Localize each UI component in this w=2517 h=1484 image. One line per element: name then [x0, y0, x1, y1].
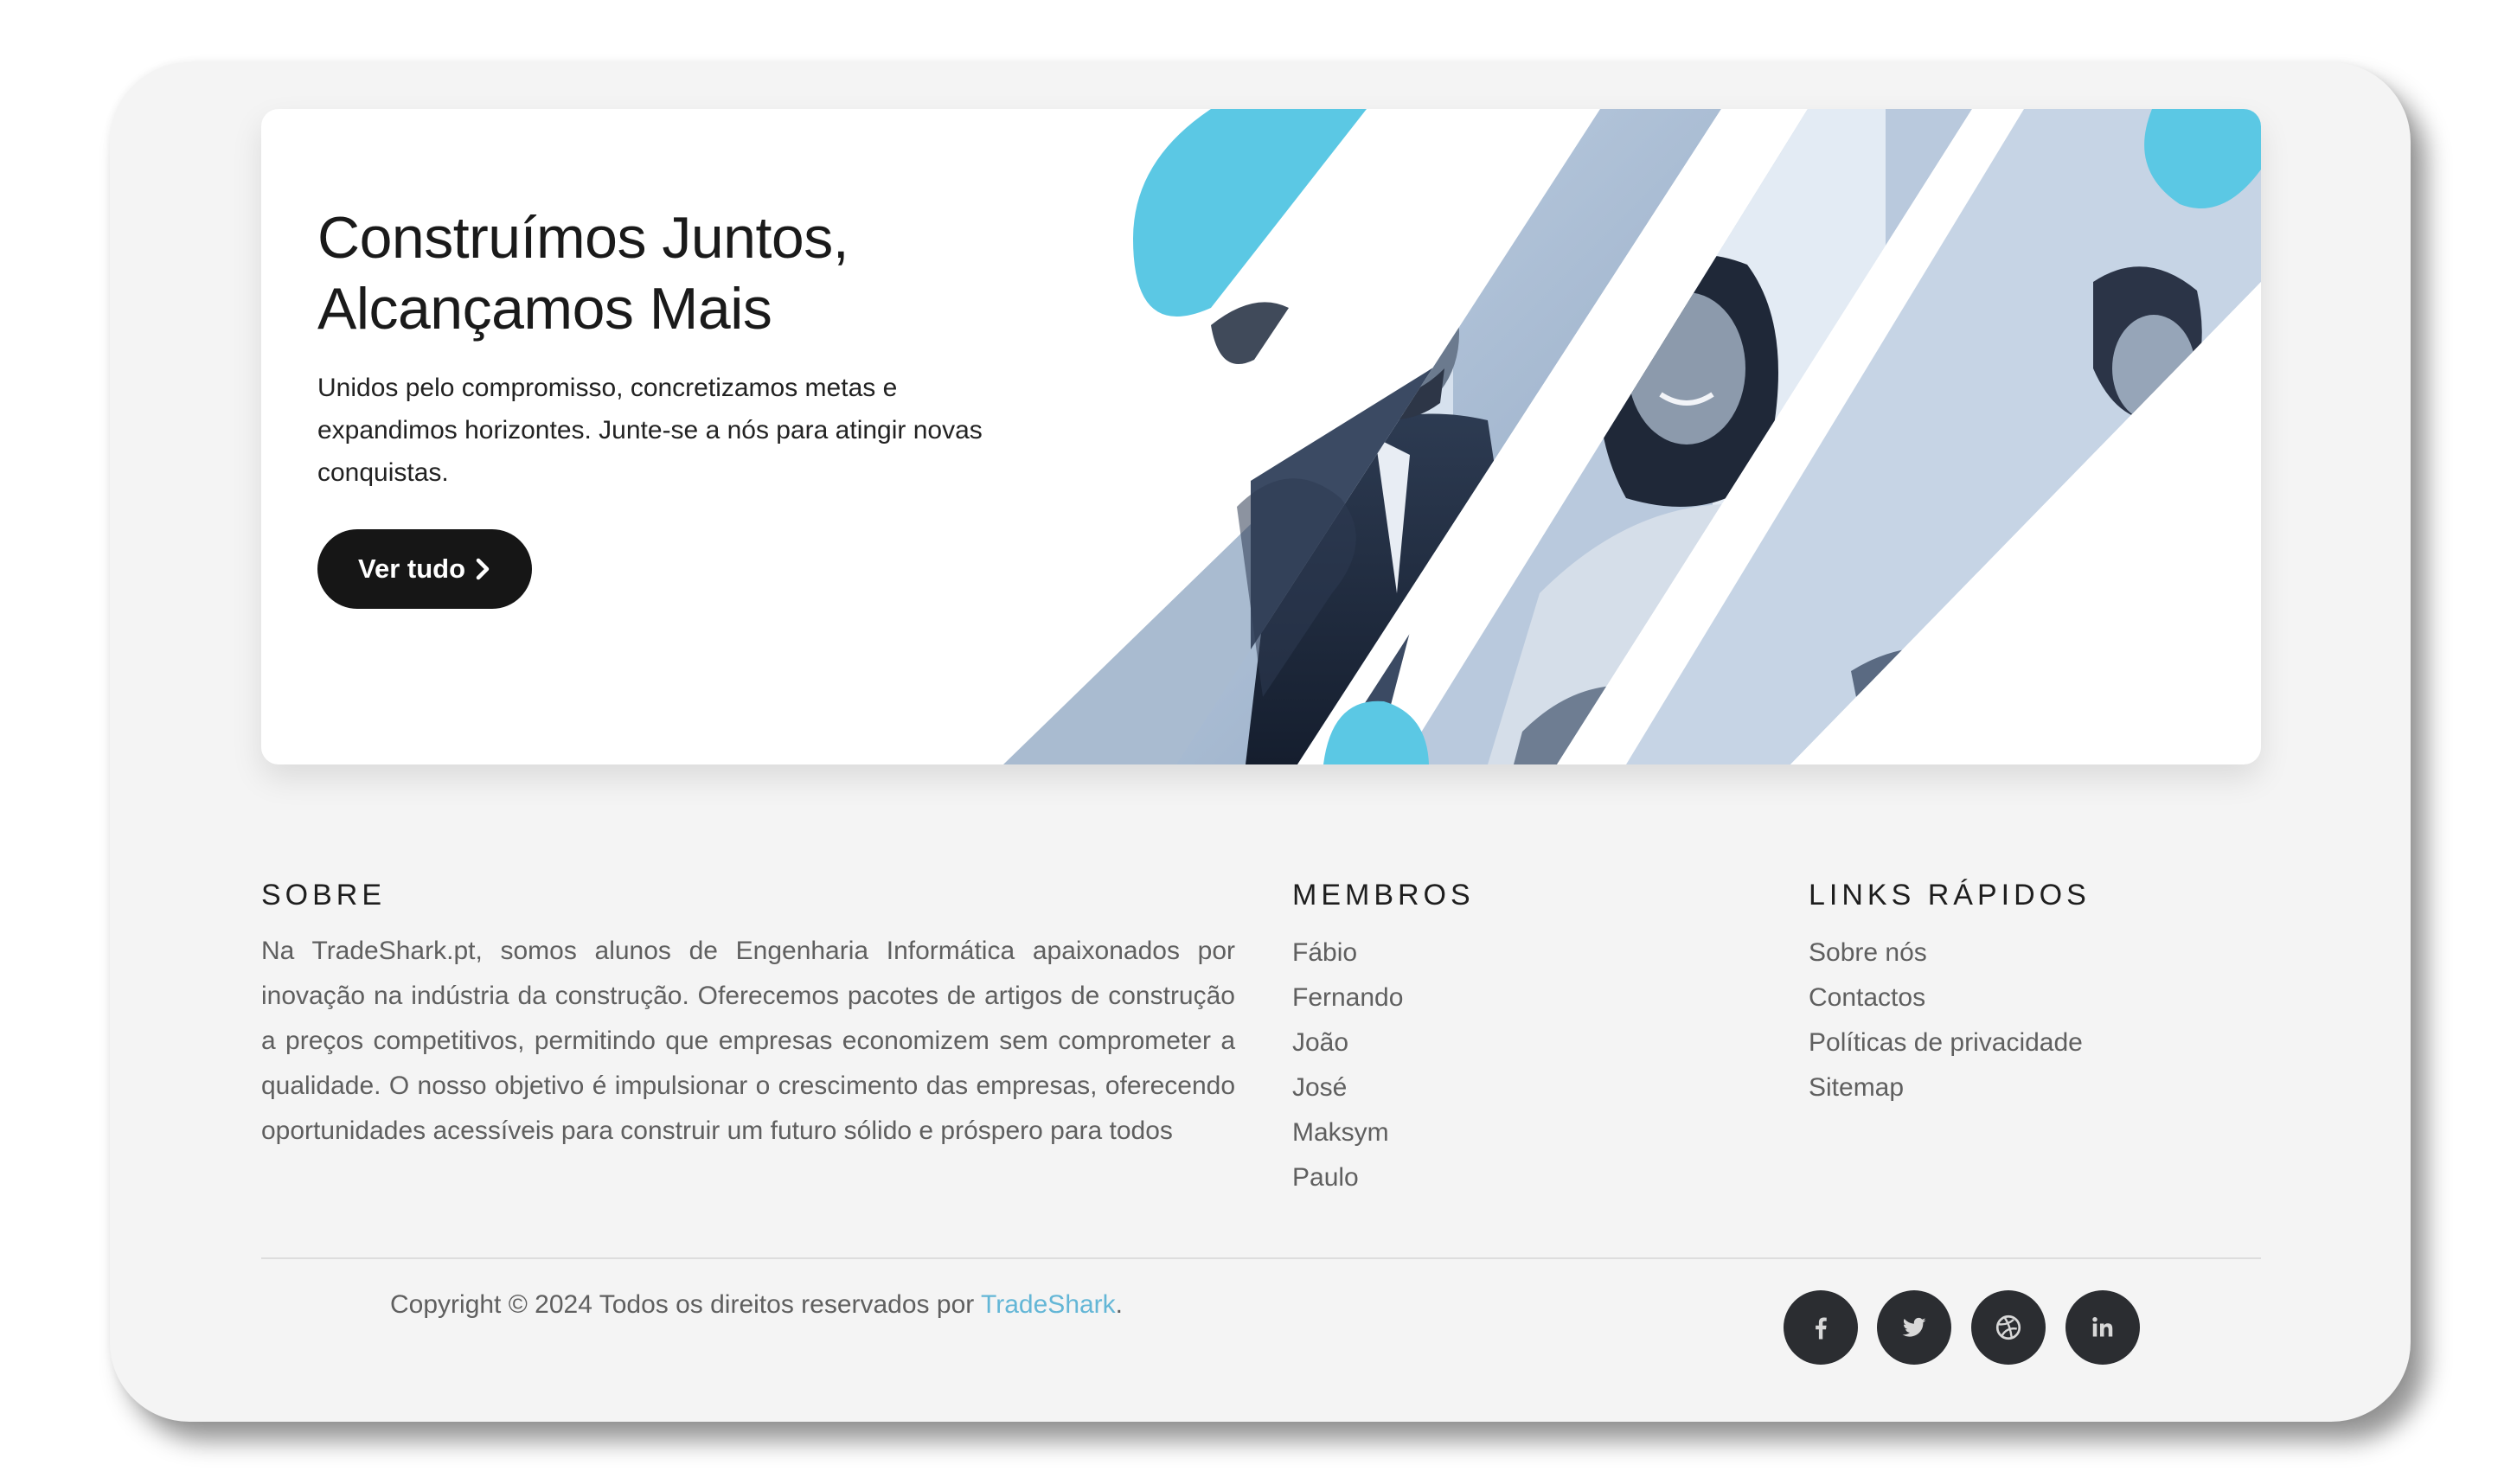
quick-links-list: Sobre nós Contactos Políticas de privaci…: [1809, 931, 2083, 1110]
about-title: SOBRE: [261, 879, 387, 912]
view-all-button-label: Ver tudo: [357, 553, 465, 584]
member-link-jose[interactable]: José: [1292, 1065, 1403, 1110]
member-link-fabio[interactable]: Fábio: [1292, 931, 1403, 975]
linkedin-icon: [2092, 1317, 2113, 1337]
hero-title: Construímos Juntos, Alcançamos Mais: [317, 202, 1096, 344]
tradeshark-link[interactable]: TradeShark: [981, 1290, 1116, 1319]
linkedin-button[interactable]: [2065, 1290, 2140, 1365]
dribbble-icon: [1995, 1314, 2021, 1340]
copyright: Copyright © 2024 Todos os direitos reser…: [390, 1290, 1123, 1320]
member-link-joao[interactable]: João: [1292, 1020, 1403, 1065]
view-all-button[interactable]: Ver tudo: [317, 529, 532, 609]
twitter-icon: [1902, 1317, 1926, 1337]
facebook-icon: [1816, 1317, 1827, 1340]
quick-link-about[interactable]: Sobre nós: [1809, 931, 2083, 975]
hero-banner: Construímos Juntos, Alcançamos Mais Unid…: [261, 109, 2261, 764]
quick-links-title: LINKS RÁPIDOS: [1809, 879, 2091, 912]
dribbble-button[interactable]: [1971, 1290, 2046, 1365]
quick-link-sitemap[interactable]: Sitemap: [1809, 1065, 2083, 1110]
member-link-paulo[interactable]: Paulo: [1292, 1155, 1403, 1200]
chevron-right-icon: [476, 558, 490, 580]
quick-link-privacy[interactable]: Políticas de privacidade: [1809, 1020, 2083, 1065]
quick-link-contacts[interactable]: Contactos: [1809, 975, 2083, 1020]
hero-description: Unidos pelo compromisso, concretizamos m…: [317, 374, 983, 487]
twitter-button[interactable]: [1877, 1290, 1951, 1365]
member-link-fernando[interactable]: Fernando: [1292, 975, 1403, 1020]
business-handshake-image: [1003, 109, 2261, 764]
member-link-maksym[interactable]: Maksym: [1292, 1110, 1403, 1155]
copyright-text: Copyright © 2024 Todos os direitos reser…: [390, 1290, 982, 1319]
members-list: Fábio Fernando João José Maksym Paulo: [1292, 931, 1403, 1200]
footer-divider: [261, 1257, 2261, 1259]
about-text: Na TradeShark.pt, somos alunos de Engenh…: [261, 937, 1235, 1145]
copyright-end: .: [1115, 1290, 1124, 1319]
hero-title-line-2: Alcançamos Mais: [317, 276, 772, 342]
members-title: MEMBROS: [1292, 879, 1475, 912]
facebook-button[interactable]: [1784, 1290, 1858, 1365]
hero-title-line-1: Construímos Juntos,: [317, 205, 849, 271]
